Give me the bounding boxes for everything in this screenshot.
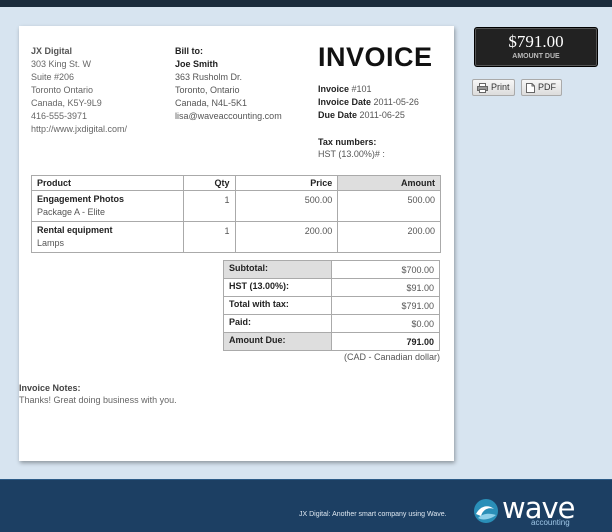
footer-tagline: JX Digital: Another smart company using … <box>299 511 447 518</box>
invoice-title: INVOICE <box>318 42 433 72</box>
subtotal-row: Subtotal: $700.00 <box>223 260 440 279</box>
due-date: 2011-06-25 <box>359 110 405 120</box>
tax-label: HST (13.00%): <box>223 278 332 297</box>
client-name: Joe Smith <box>175 59 219 69</box>
footer: JX Digital: Another smart company using … <box>0 479 612 532</box>
wave-logo[interactable]: wave accounting <box>472 491 604 529</box>
paid-value: $0.00 <box>331 314 440 333</box>
subtotal-label: Subtotal: <box>223 260 332 279</box>
sender-address: JX Digital 303 King St. W Suite #206 Tor… <box>31 45 127 136</box>
sender-city: Toronto Ontario <box>31 85 94 95</box>
column-header-product: Product <box>31 175 184 191</box>
product-description: Package A - Elite <box>37 207 106 217</box>
product-cell: Rental equipment Lamps <box>31 221 184 253</box>
invoice-meta: Invoice #101 Invoice Date 2011-05-26 Due… <box>318 83 419 122</box>
sender-website: http://www.jxdigital.com/ <box>31 124 128 134</box>
sender-address-line: 303 King St. W <box>31 59 92 69</box>
amount-due-label: Amount Due: <box>223 332 332 351</box>
client-email: lisa@waveaccounting.com <box>175 111 282 121</box>
bill-to-label: Bill to: <box>175 46 203 56</box>
pdf-button[interactable]: PDF <box>521 79 562 96</box>
table-header-row: Product Qty Price Amount <box>31 175 441 191</box>
print-label: Print <box>491 82 510 92</box>
notes-text: Thanks! Great doing business with you. <box>19 395 177 405</box>
client-country: Canada, N4L-5K1 <box>175 98 248 108</box>
invoice-notes: Invoice Notes: Thanks! Great doing busin… <box>19 382 177 406</box>
document-icon <box>526 82 535 93</box>
top-bar <box>0 0 612 7</box>
subtotal-value: $700.00 <box>331 260 440 279</box>
total-with-tax-label: Total with tax: <box>223 296 332 315</box>
amount-due-total: $791.00 <box>508 32 564 51</box>
amount-due-row: Amount Due: 791.00 <box>223 332 440 351</box>
amount-cell: 500.00 <box>337 190 441 222</box>
price-cell: 500.00 <box>234 190 339 222</box>
due-date-label: Due Date <box>318 110 358 120</box>
client-city: Toronto, Ontario <box>175 85 240 95</box>
invoice-number: #101 <box>351 84 372 94</box>
total-with-tax-value: $791.00 <box>331 296 440 315</box>
sender-company: JX Digital <box>31 46 73 56</box>
product-name: Engagement Photos <box>37 194 125 204</box>
qty-cell: 1 <box>182 190 236 222</box>
table-row: Rental equipment Lamps 1 200.00 200.00 <box>31 221 441 253</box>
column-header-qty: Qty <box>182 175 236 191</box>
product-name: Rental equipment <box>37 225 113 235</box>
total-with-tax-row: Total with tax: $791.00 <box>223 296 440 315</box>
tax-numbers-label: Tax numbers: <box>318 137 377 147</box>
paid-label: Paid: <box>223 314 332 333</box>
qty-cell: 1 <box>182 221 236 253</box>
sender-phone: 416-555-3971 <box>31 111 88 121</box>
sender-address-line: Suite #206 <box>31 72 75 82</box>
invoice-number-label: Invoice <box>318 84 350 94</box>
totals-table: Subtotal: $700.00 HST (13.00%): $91.00 T… <box>223 260 440 351</box>
amount-due-caption: AMOUNT DUE <box>512 53 560 60</box>
column-header-price: Price <box>234 175 339 191</box>
tax-row: HST (13.00%): $91.00 <box>223 278 440 297</box>
amount-due-value: 791.00 <box>331 332 440 351</box>
wave-swirl-icon <box>474 499 498 523</box>
tax-value: $91.00 <box>331 278 440 297</box>
print-button[interactable]: Print <box>472 79 515 96</box>
product-description: Lamps <box>37 238 65 248</box>
invoice-document: JX Digital 303 King St. W Suite #206 Tor… <box>19 26 454 461</box>
column-header-amount: Amount <box>337 175 441 191</box>
sender-country: Canada, K5Y-9L9 <box>31 98 102 108</box>
currency-note: (CAD - Canadian dollar) <box>343 352 440 362</box>
amount-cell: 200.00 <box>337 221 441 253</box>
price-cell: 200.00 <box>234 221 339 253</box>
tax-numbers: Tax numbers: HST (13.00%)# : <box>318 136 385 160</box>
invoice-date-label: Invoice Date <box>318 97 372 107</box>
line-items-table: Product Qty Price Amount Engagement Phot… <box>31 175 441 253</box>
bill-to: Bill to: Joe Smith 363 Rusholm Dr. Toron… <box>175 45 282 123</box>
client-address: 363 Rusholm Dr. <box>175 72 243 82</box>
tax-number-value: HST (13.00%)# : <box>318 149 385 159</box>
table-row: Engagement Photos Package A - Elite 1 50… <box>31 190 441 222</box>
pdf-label: PDF <box>538 82 556 92</box>
amount-due-badge: $791.00 AMOUNT DUE <box>474 27 598 67</box>
printer-icon <box>477 82 488 93</box>
notes-label: Invoice Notes: <box>19 383 81 393</box>
paid-row: Paid: $0.00 <box>223 314 440 333</box>
logo-subtitle: accounting <box>531 518 570 527</box>
invoice-date: 2011-05-26 <box>373 97 419 107</box>
product-cell: Engagement Photos Package A - Elite <box>31 190 184 222</box>
